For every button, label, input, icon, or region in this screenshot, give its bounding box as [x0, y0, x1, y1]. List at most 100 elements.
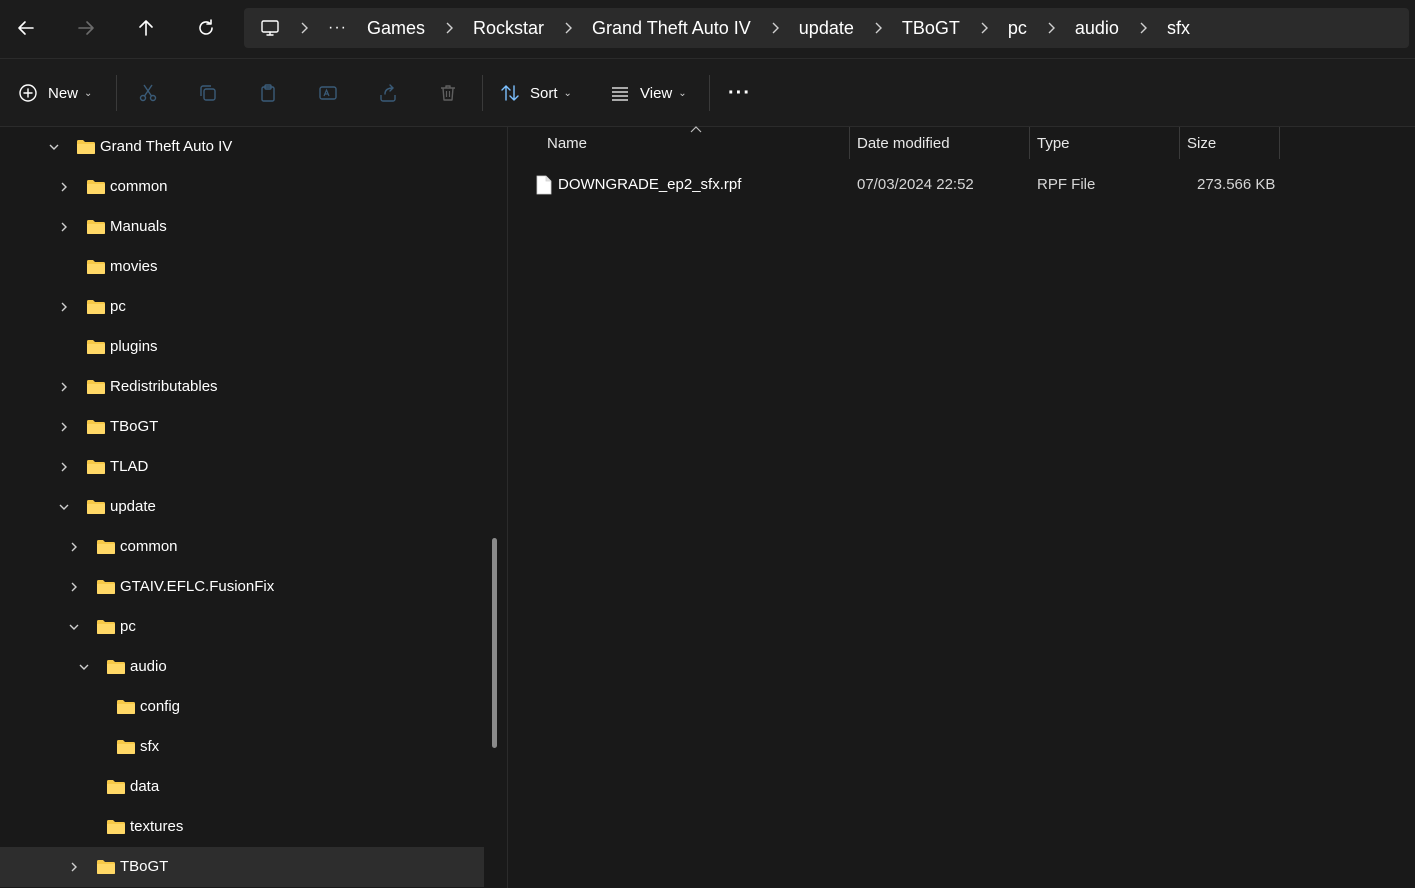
chevron-right-icon[interactable]: [56, 219, 72, 235]
chevron-right-icon[interactable]: [864, 22, 892, 34]
back-button[interactable]: [6, 8, 46, 48]
chevron-right-icon[interactable]: [56, 299, 72, 315]
tree-item[interactable]: textures: [0, 807, 484, 847]
folder-icon: [97, 620, 115, 634]
breadcrumb-item-pc[interactable]: pc: [998, 18, 1037, 39]
up-button[interactable]: [126, 8, 166, 48]
chevron-down-icon: ⌄: [84, 87, 93, 99]
chevron-right-icon[interactable]: [56, 379, 72, 395]
file-type: RPF File: [1037, 176, 1096, 193]
breadcrumb-item-audio[interactable]: audio: [1065, 18, 1129, 39]
nav-pane-scrollbar[interactable]: [492, 538, 497, 748]
breadcrumb-item-sfx[interactable]: sfx: [1157, 18, 1200, 39]
tree-item[interactable]: TBoGT: [0, 407, 484, 447]
tree-item[interactable]: TLAD: [0, 447, 484, 487]
view-button[interactable]: View ⌄: [610, 73, 687, 113]
chevron-right-icon[interactable]: [56, 459, 72, 475]
tree-item[interactable]: sfx: [0, 727, 484, 767]
column-divider[interactable]: [1279, 127, 1280, 159]
tree-item[interactable]: Redistributables: [0, 367, 484, 407]
clipboard-icon: [261, 84, 275, 102]
chevron-right-icon[interactable]: [66, 539, 82, 555]
file-name: DOWNGRADE_ep2_sfx.rpf: [558, 176, 742, 193]
breadcrumb-item-games[interactable]: Games: [357, 18, 435, 39]
view-button-label: View: [640, 84, 673, 102]
this-pc-button[interactable]: [250, 8, 290, 48]
tree-item[interactable]: update: [0, 487, 484, 527]
arrow-up-icon: [139, 20, 153, 36]
forward-button[interactable]: [66, 8, 106, 48]
folder-icon: [87, 300, 105, 314]
tree-item-label: GTAIV.EFLC.FusionFix: [120, 578, 275, 595]
more-options-button[interactable]: ···: [728, 73, 751, 113]
column-divider[interactable]: [849, 127, 850, 159]
tree-item[interactable]: pc: [0, 607, 484, 647]
chevron-down-icon[interactable]: [66, 619, 82, 635]
chevron-down-icon[interactable]: [46, 139, 62, 155]
share-button[interactable]: [378, 73, 398, 113]
refresh-button[interactable]: [186, 8, 226, 48]
breadcrumb-item-rockstar[interactable]: Rockstar: [463, 18, 554, 39]
tree-item[interactable]: pc: [0, 287, 484, 327]
folder-icon: [87, 380, 105, 394]
plus-circle-icon: [19, 84, 37, 102]
column-divider[interactable]: [1029, 127, 1030, 159]
chevron-right-icon[interactable]: [1129, 22, 1157, 34]
tree-item-label: pc: [110, 298, 126, 315]
tree-item[interactable]: Grand Theft Auto IV: [0, 127, 484, 167]
chevron-down-icon[interactable]: [76, 659, 92, 675]
chevron-right-icon[interactable]: [970, 22, 998, 34]
paste-button[interactable]: [258, 73, 278, 113]
tree-item-label: Redistributables: [110, 378, 218, 395]
scissors-icon: [139, 84, 157, 102]
chevron-right-icon[interactable]: [66, 859, 82, 875]
rename-button[interactable]: [318, 73, 338, 113]
command-bar: New ⌄ Sort ⌄ View ⌄ ···: [0, 59, 1415, 127]
breadcrumb-overflow-button[interactable]: ···: [318, 19, 357, 37]
navigation-pane: Grand Theft Auto IV common Manuals movies pc…: [0, 127, 484, 888]
column-divider[interactable]: [1179, 127, 1180, 159]
tree-item[interactable]: TBoGT: [0, 847, 484, 887]
tree-item[interactable]: plugins: [0, 327, 484, 367]
breadcrumb-item-tbogt[interactable]: TBoGT: [892, 18, 970, 39]
tree-item[interactable]: Manuals: [0, 207, 484, 247]
breadcrumb-item-gta-iv[interactable]: Grand Theft Auto IV: [582, 18, 761, 39]
column-header-type[interactable]: Type: [1037, 127, 1070, 159]
column-header-size[interactable]: Size: [1187, 127, 1216, 159]
sort-button[interactable]: Sort ⌄: [500, 73, 572, 113]
folder-icon: [87, 220, 105, 234]
tree-item-label: TBoGT: [120, 858, 169, 875]
copy-button[interactable]: [198, 73, 218, 113]
chevron-right-icon[interactable]: [554, 22, 582, 34]
copy-icon: [200, 85, 216, 101]
chevron-right-icon[interactable]: [290, 22, 318, 34]
breadcrumb[interactable]: ··· Games Rockstar Grand Theft Auto IV u…: [244, 8, 1409, 48]
file-row[interactable]: DOWNGRADE_ep2_sfx.rpf 07/03/2024 22:52 R…: [526, 167, 1286, 203]
chevron-right-icon[interactable]: [56, 179, 72, 195]
chevron-down-icon[interactable]: [56, 499, 72, 515]
tree-item[interactable]: movies: [0, 247, 484, 287]
cut-button[interactable]: [138, 73, 158, 113]
column-header-date-modified[interactable]: Date modified: [857, 127, 950, 159]
chevron-right-icon[interactable]: [435, 22, 463, 34]
folder-icon: [87, 460, 105, 474]
new-button[interactable]: New ⌄: [18, 73, 92, 113]
tree-item[interactable]: common: [0, 167, 484, 207]
breadcrumb-item-update[interactable]: update: [789, 18, 864, 39]
tree-item-label: plugins: [110, 338, 158, 355]
tree-item[interactable]: config: [0, 687, 484, 727]
chevron-right-icon[interactable]: [66, 579, 82, 595]
chevron-right-icon[interactable]: [761, 22, 789, 34]
chevron-right-icon[interactable]: [1037, 22, 1065, 34]
tree-item[interactable]: GTAIV.EFLC.FusionFix: [0, 567, 484, 607]
delete-button[interactable]: [438, 73, 458, 113]
tree-item[interactable]: audio: [0, 647, 484, 687]
tree-item[interactable]: common: [0, 527, 484, 567]
folder-icon: [77, 140, 95, 154]
tree-item[interactable]: data: [0, 767, 484, 807]
ellipsis-icon: ···: [728, 81, 751, 104]
column-header-name[interactable]: Name: [547, 127, 587, 159]
folder-icon: [117, 700, 135, 714]
list-view-icon: [612, 87, 628, 101]
chevron-right-icon[interactable]: [56, 419, 72, 435]
